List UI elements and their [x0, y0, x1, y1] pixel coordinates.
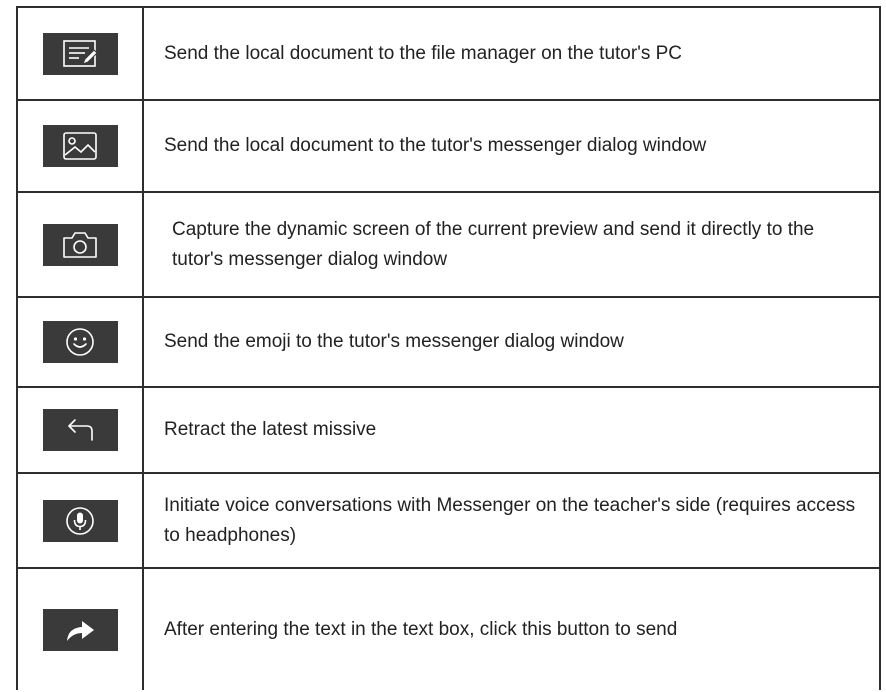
feature-table: Send the local document to the file mana…: [16, 6, 881, 690]
emoji-button[interactable]: [42, 321, 118, 363]
description-cell: Send the local document to the tutor's m…: [164, 135, 707, 156]
description-cell: After entering the text in the text box,…: [164, 618, 678, 640]
image-send-button[interactable]: [42, 125, 118, 167]
table-row: Send the emoji to the tutor's messenger …: [18, 296, 879, 386]
description-cell: Send the emoji to the tutor's messenger …: [164, 331, 624, 352]
description-cell: Send the local document to the file mana…: [164, 42, 682, 64]
document-edit-icon: [63, 39, 97, 67]
voice-call-button[interactable]: [42, 499, 118, 542]
description-cell: Initiate voice conversations with Messen…: [164, 494, 856, 546]
send-arrow-icon: [67, 620, 94, 641]
table-row: Retract the latest missive: [18, 386, 879, 472]
file-send-button[interactable]: [42, 32, 118, 75]
table-row: Capture the dynamic screen of the curren…: [18, 191, 879, 296]
icon-cell: [18, 569, 144, 690]
icon-cell: [18, 474, 144, 567]
icon-cell: [18, 101, 144, 191]
table-row: Send the local document to the file mana…: [18, 6, 879, 99]
table-row: Send the local document to the tutor's m…: [18, 99, 879, 191]
undo-arrow-icon: [68, 419, 93, 441]
microphone-icon: [66, 506, 94, 535]
retract-button[interactable]: [42, 409, 118, 451]
description-cell: Retract the latest missive: [164, 419, 377, 440]
smiley-icon: [66, 328, 94, 356]
table-row: After entering the text in the text box,…: [18, 567, 879, 690]
send-button[interactable]: [42, 608, 118, 651]
icon-cell: [18, 8, 144, 99]
screenshot-button[interactable]: [42, 223, 118, 266]
image-icon: [63, 132, 97, 160]
camera-icon: [63, 231, 97, 258]
icon-cell: [18, 193, 144, 296]
icon-cell: [18, 388, 144, 472]
icon-cell: [18, 298, 144, 386]
description-cell: Capture the dynamic screen of the curren…: [172, 218, 815, 270]
table-row: Initiate voice conversations with Messen…: [18, 472, 879, 567]
